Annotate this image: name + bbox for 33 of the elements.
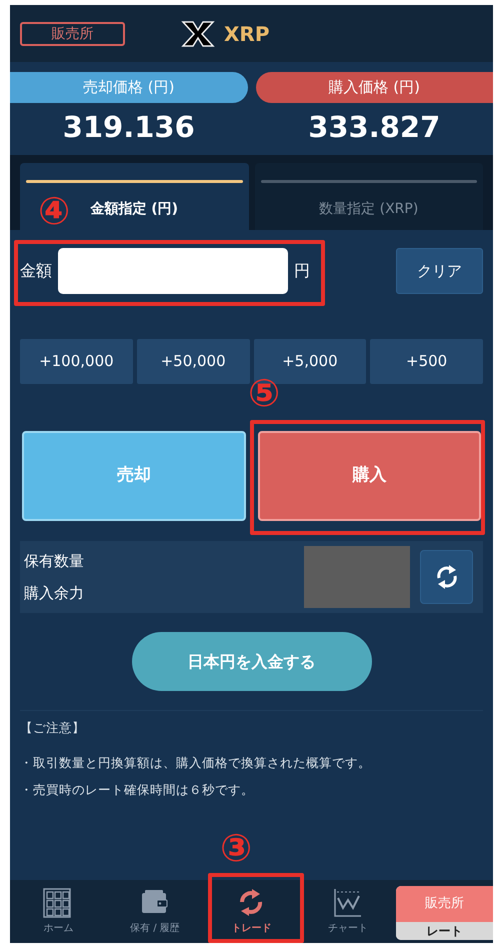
shop-badge: 販売所 xyxy=(20,22,125,46)
rate-tab[interactable]: 販売所 レート xyxy=(396,886,493,940)
grid-icon xyxy=(43,888,74,918)
step-number: ③ xyxy=(220,828,252,868)
buy-button[interactable]: 購入 xyxy=(258,431,481,521)
price-value: 333.827 xyxy=(307,109,442,146)
step-number: ④ xyxy=(38,191,70,231)
unit-label: 円 xyxy=(294,260,310,282)
price-label: 購入価格 (円) xyxy=(256,72,493,103)
chart-icon xyxy=(333,888,364,918)
nav-item[interactable]: 保有 / 履歴 xyxy=(106,880,204,943)
clear-button[interactable]: クリア xyxy=(396,248,483,294)
note-text: ・取引数量と円換算額は、購入価格で換算された概算です。 xyxy=(20,754,372,772)
notes-title: 【ご注意】 xyxy=(20,719,86,737)
deposit-button[interactable]: 日本円を入金する xyxy=(132,632,372,691)
amount-label: 金額 xyxy=(20,260,52,282)
nav-item[interactable]: チャート xyxy=(300,880,396,943)
nav-item[interactable]: トレード xyxy=(203,880,300,943)
nav-item[interactable]: ホーム xyxy=(10,880,107,943)
price-label: 売却価格 (円) xyxy=(10,72,248,103)
preset-button[interactable]: +500 xyxy=(370,339,483,384)
preset-button[interactable]: +100,000 xyxy=(20,339,133,384)
preset-button[interactable]: +50,000 xyxy=(136,339,250,384)
amount-field[interactable] xyxy=(58,248,288,294)
coin-title: XRP xyxy=(224,20,270,48)
refresh-button[interactable] xyxy=(420,550,473,604)
tab[interactable]: 数量指定 (XRP) xyxy=(254,163,483,230)
balance-label: 保有数量 xyxy=(24,550,84,572)
note-text: ・売買時のレート確保時間は６秒です。 xyxy=(20,780,255,798)
refresh-icon xyxy=(434,564,458,590)
x-logo-icon xyxy=(180,18,216,48)
balance-label: 購入余力 xyxy=(24,583,84,604)
price-value: 319.136 xyxy=(62,109,196,146)
